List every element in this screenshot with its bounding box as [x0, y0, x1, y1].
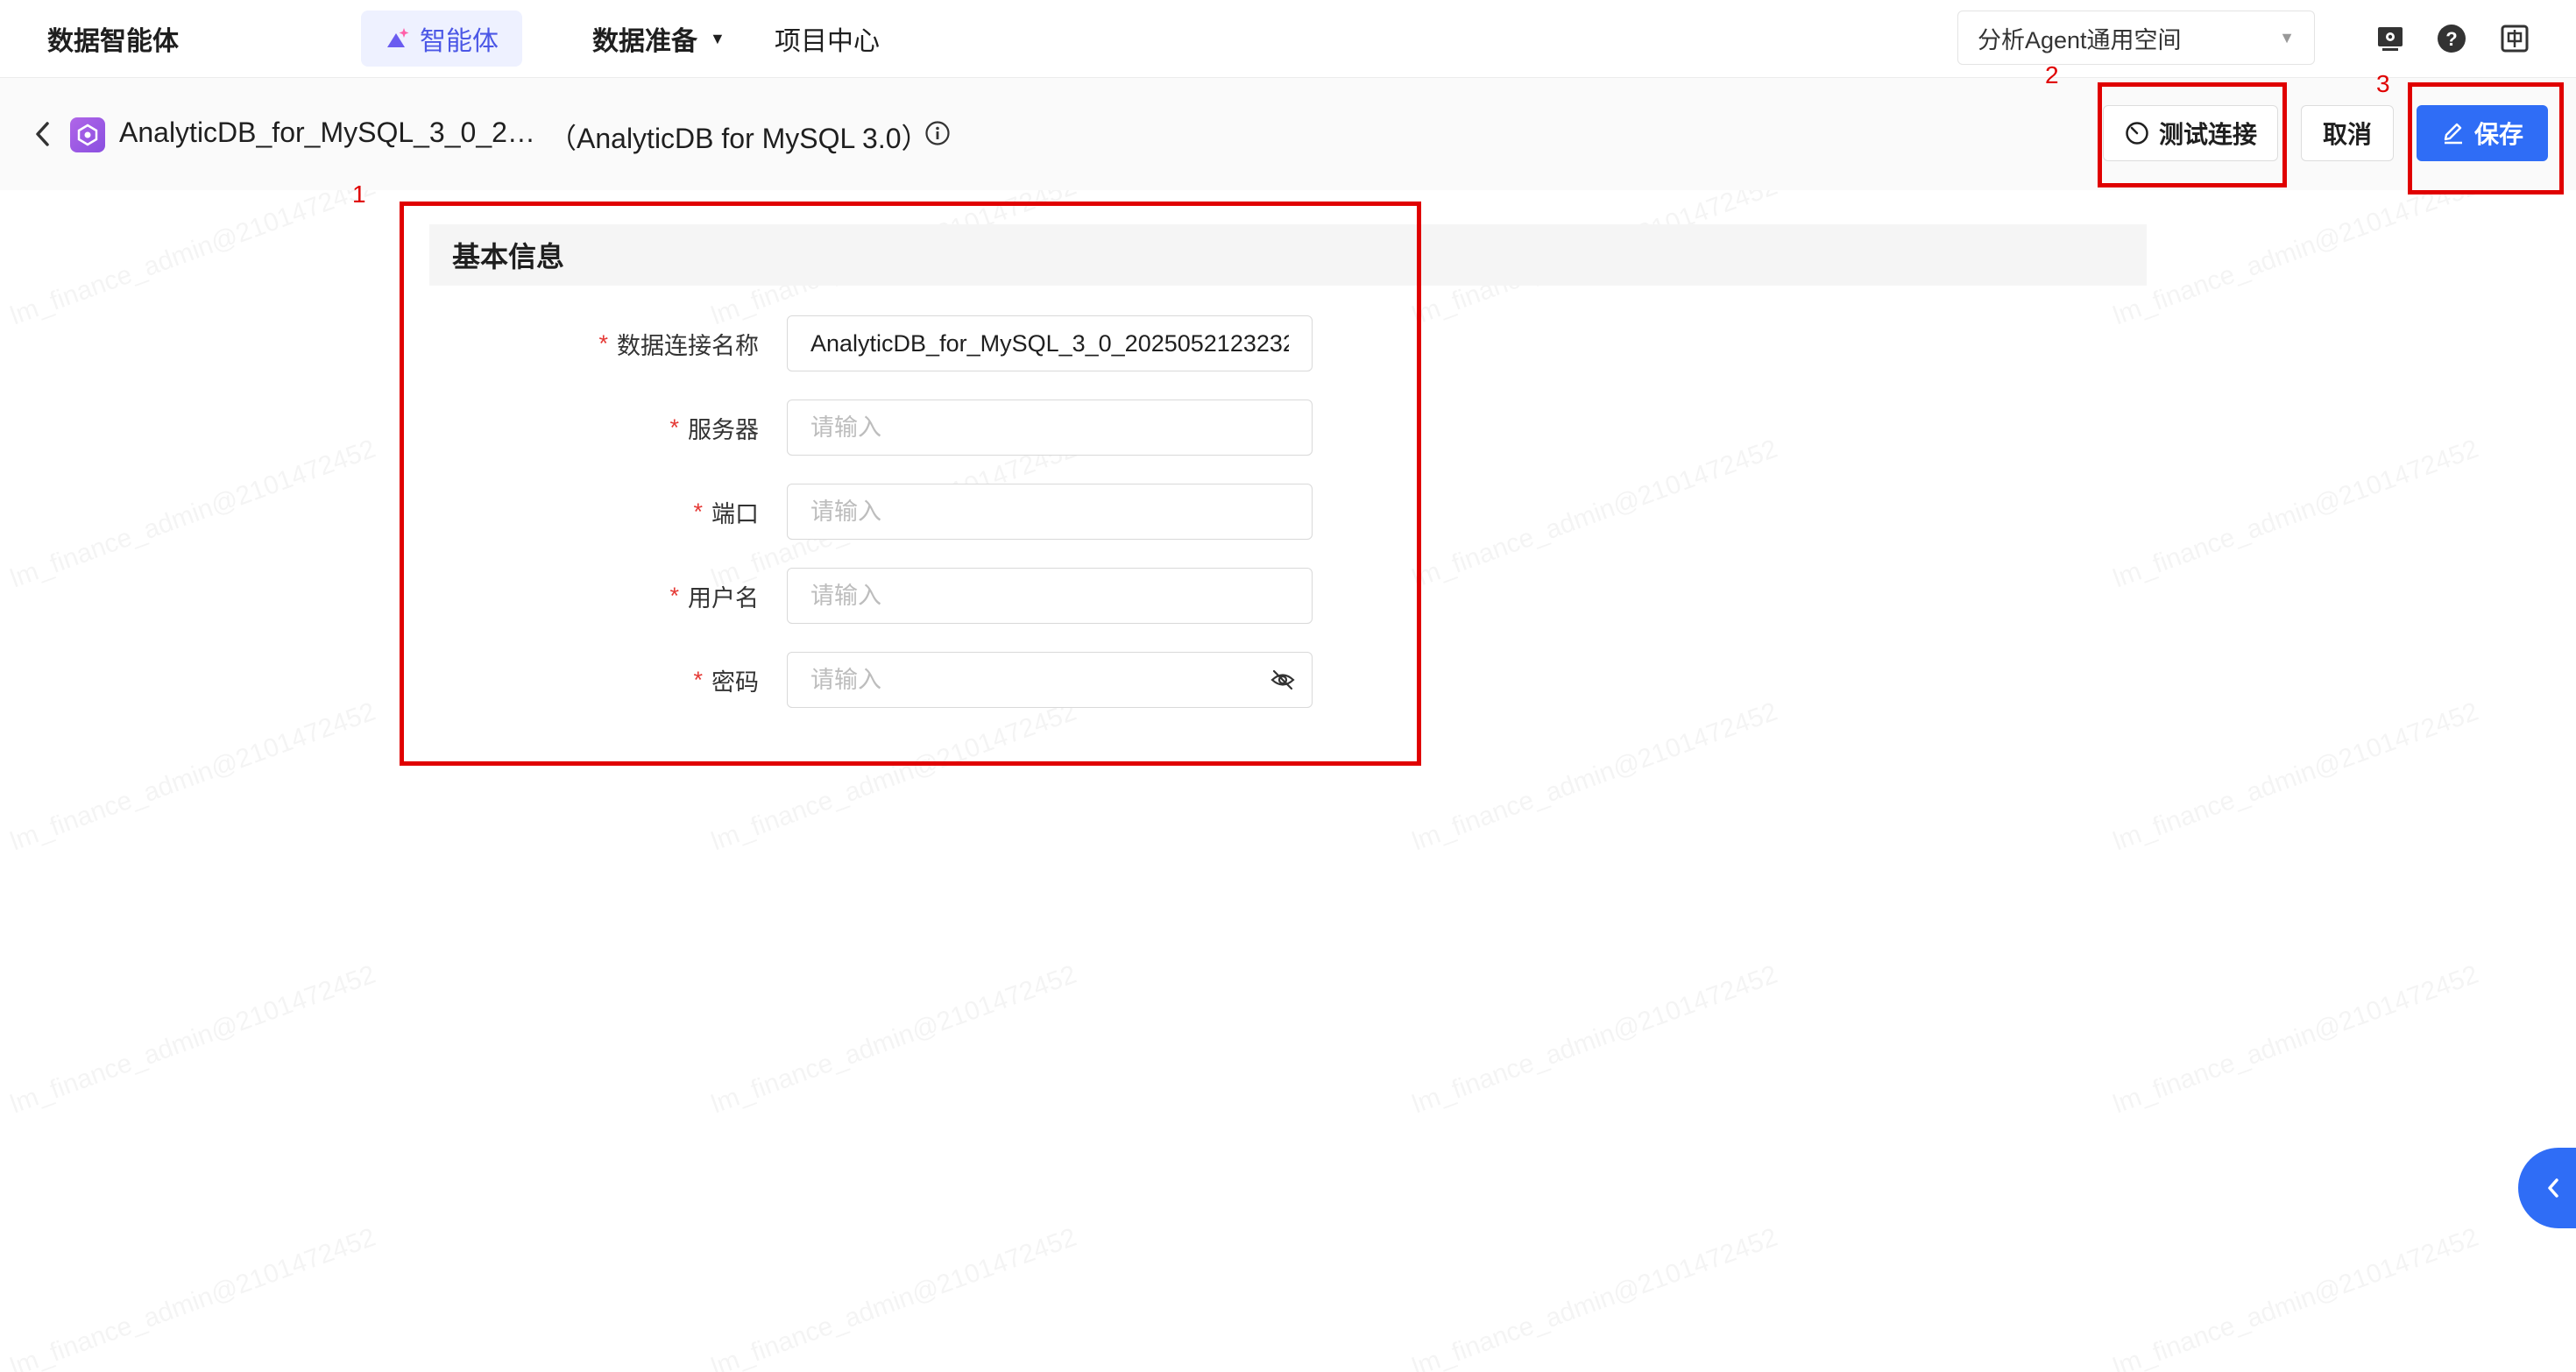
caret-down-icon: ▼ — [2279, 28, 2295, 46]
connection-type: （AnalyticDB for MySQL 3.0） — [548, 123, 930, 154]
annotation-box-1 — [400, 202, 1421, 766]
annotation-box-2 — [2098, 82, 2287, 187]
chevron-left-icon — [2548, 1178, 2558, 1198]
brand-title: 数据智能体 — [47, 27, 179, 56]
cancel-button[interactable]: 取消 — [2301, 105, 2394, 161]
workspace-select[interactable]: 分析Agent通用空间 ▼ — [1957, 11, 2315, 65]
connection-title: AnalyticDB_for_MySQL_3_0_2… — [119, 117, 535, 148]
nav-item-data-prep-label: 数据准备 — [592, 27, 697, 56]
workspace-select-value: 分析Agent通用空间 — [1978, 26, 2182, 53]
svg-text:?: ? — [2445, 28, 2457, 50]
monitor-settings-icon[interactable] — [2373, 21, 2408, 56]
caret-down-icon: ▼ — [710, 29, 725, 47]
database-connection-icon — [70, 117, 105, 152]
nav-item-agent[interactable]: 智能体 — [361, 11, 522, 67]
nav-item-project-center[interactable]: 项目中心 — [775, 19, 880, 58]
nav-item-agent-label: 智能体 — [420, 27, 499, 56]
help-icon[interactable]: ? — [2434, 21, 2469, 56]
nav-item-data-prep[interactable]: 数据准备 ▼ — [592, 19, 725, 58]
top-navigation: 数据智能体 智能体 数据准备 ▼ 项目中心 分析Agent通用空间 ▼ ? — [0, 0, 2576, 78]
sparkle-mountain-icon — [387, 28, 409, 47]
annotation-number-3: 3 — [2376, 70, 2390, 97]
annotation-number-1: 1 — [352, 180, 366, 208]
back-arrow-icon[interactable] — [30, 117, 56, 152]
info-icon[interactable] — [924, 119, 952, 147]
language-switch-icon[interactable] — [2497, 21, 2532, 56]
annotation-number-2: 2 — [2045, 61, 2059, 88]
side-panel-toggle[interactable] — [2518, 1148, 2576, 1228]
annotation-box-3 — [2408, 82, 2564, 194]
